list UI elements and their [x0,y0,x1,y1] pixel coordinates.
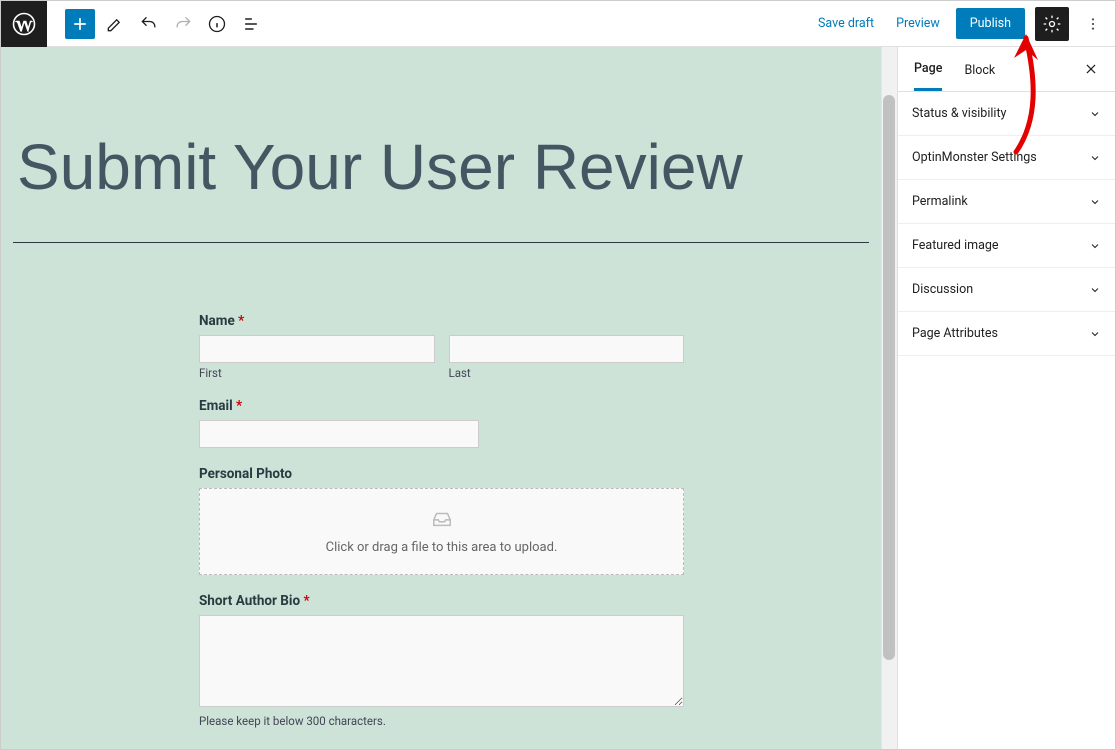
panel-optinmonster[interactable]: OptinMonster Settings [898,136,1115,180]
email-label: Email * [199,398,684,414]
file-upload-dropzone[interactable]: Click or drag a file to this area to upl… [199,488,684,575]
bio-textarea[interactable] [199,615,684,707]
required-mark: * [238,313,244,329]
more-options-button[interactable] [1079,7,1107,41]
publish-button[interactable]: Publish [956,8,1025,39]
panel-label: OptinMonster Settings [912,150,1037,165]
panel-page-attributes[interactable]: Page Attributes [898,312,1115,356]
editor-body: Submit Your User Review Name * First Las… [1,47,1115,749]
chevron-down-icon [1089,108,1101,120]
tab-block[interactable]: Block [964,49,995,90]
last-name-hint: Last [449,366,685,380]
last-name-input[interactable] [449,335,685,363]
preview-button[interactable]: Preview [890,10,946,37]
first-name-hint: First [199,366,435,380]
wp-logo-button[interactable] [1,1,47,47]
redo-icon [173,14,193,34]
vertical-dots-icon [1085,14,1101,34]
bio-label: Short Author Bio * [199,593,684,609]
gear-icon [1042,14,1062,34]
info-icon [207,14,227,34]
info-button[interactable] [203,10,231,38]
undo-icon [139,14,159,34]
chevron-down-icon [1089,284,1101,296]
first-name-input[interactable] [199,335,435,363]
page-title[interactable]: Submit Your User Review [1,47,881,242]
toolbar-right-group: Save draft Preview Publish [812,7,1115,41]
edit-mode-button[interactable] [101,10,129,38]
scrollbar-thumb[interactable] [883,95,895,660]
name-label: Name * [199,313,684,329]
panel-status-visibility[interactable]: Status & visibility [898,92,1115,136]
chevron-down-icon [1089,152,1101,164]
form-block: Name * First Last Email * [199,313,684,728]
panel-label: Featured image [912,238,999,253]
scrollbar-track[interactable] [881,47,897,749]
editor-canvas[interactable]: Submit Your User Review Name * First Las… [1,47,897,749]
panel-label: Permalink [912,194,968,209]
inbox-icon [429,508,455,530]
chevron-down-icon [1089,328,1101,340]
bio-hint: Please keep it below 300 characters. [199,714,684,728]
save-draft-button[interactable]: Save draft [812,10,880,37]
settings-sidebar: Page Block Status & visibility OptinMons… [897,47,1115,749]
upload-text: Click or drag a file to this area to upl… [326,540,558,555]
plus-icon [70,14,90,34]
chevron-down-icon [1089,240,1101,252]
required-mark: * [303,593,309,609]
pencil-icon [105,14,125,34]
photo-field: Personal Photo Click or drag a file to t… [199,466,684,575]
required-mark: * [236,398,242,414]
outline-button[interactable] [237,10,265,38]
panel-featured-image[interactable]: Featured image [898,224,1115,268]
sidebar-tabs: Page Block [898,47,1115,92]
outline-icon [241,14,261,34]
toolbar-left-group [47,9,265,39]
panel-label: Page Attributes [912,326,998,341]
panel-label: Status & visibility [912,106,1006,121]
wordpress-icon [12,12,36,36]
photo-label: Personal Photo [199,466,684,482]
tab-page[interactable]: Page [914,47,942,91]
panel-label: Discussion [912,282,973,297]
email-input[interactable] [199,420,479,448]
close-icon [1084,62,1098,76]
undo-button[interactable] [135,10,163,38]
redo-button[interactable] [169,10,197,38]
editor-toolbar: Save draft Preview Publish [1,1,1115,47]
chevron-down-icon [1089,196,1101,208]
separator [13,242,869,243]
bio-field: Short Author Bio * Please keep it below … [199,593,684,728]
add-block-button[interactable] [65,9,95,39]
panel-permalink[interactable]: Permalink [898,180,1115,224]
panel-discussion[interactable]: Discussion [898,268,1115,312]
email-field: Email * [199,398,684,448]
close-sidebar-button[interactable] [1079,57,1103,81]
settings-button[interactable] [1035,7,1069,41]
name-field: Name * First Last [199,313,684,380]
